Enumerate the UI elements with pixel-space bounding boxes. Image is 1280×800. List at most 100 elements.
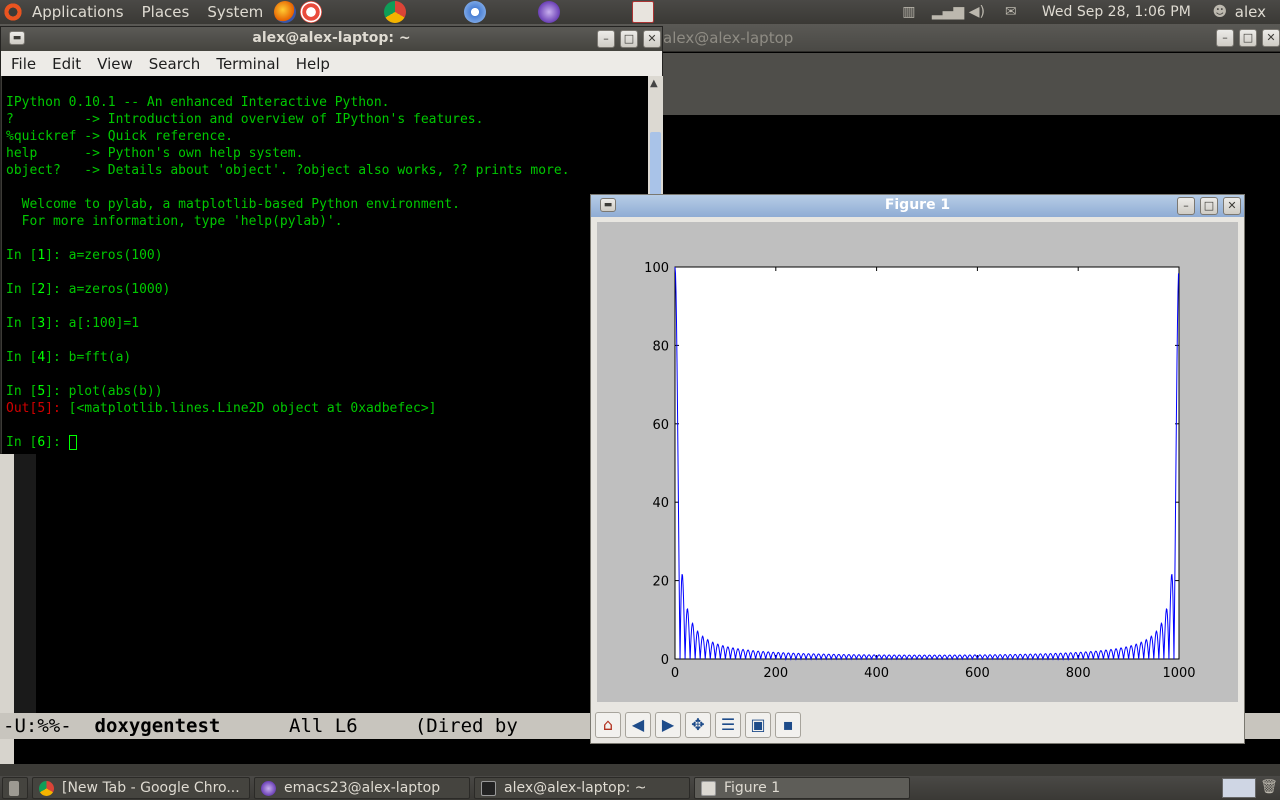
y-tick-label: 60 <box>652 418 669 433</box>
scroll-up-icon[interactable]: ▲ <box>650 78 658 89</box>
emacs-icon <box>261 780 276 796</box>
x-tick-label: 400 <box>864 666 889 681</box>
task-terminal[interactable]: alex@alex-laptop: ~ <box>474 777 690 799</box>
figure-title: Figure 1 <box>884 197 951 213</box>
banner-line: help -> Python's own help system. <box>6 146 304 161</box>
menu-search[interactable]: Search <box>141 55 209 73</box>
minibuffer-fringe <box>0 739 14 764</box>
pan-icon[interactable]: ✥ <box>685 712 711 738</box>
terminal-icon <box>481 780 496 796</box>
terminal-content[interactable]: IPython 0.10.1 -- An enhanced Interactiv… <box>2 76 648 454</box>
task-emacs[interactable]: emacs23@alex-laptop <box>254 777 470 799</box>
forward-icon[interactable]: ▶ <box>655 712 681 738</box>
emacs-icon[interactable] <box>538 1 561 23</box>
chrome-icon <box>39 780 54 796</box>
firefox-icon[interactable] <box>274 1 297 23</box>
input-line: In [3]: a[:100]=1 <box>6 316 140 331</box>
mode-line-buffer-name: doxygentest <box>94 715 221 737</box>
task-label: emacs23@alex-laptop <box>284 780 441 796</box>
network-icon[interactable]: ▥ <box>898 3 920 21</box>
x-tick-label: 800 <box>1066 666 1091 681</box>
close-button[interactable]: ✕ <box>1223 197 1241 215</box>
y-tick-label: 20 <box>652 575 669 590</box>
menu-places[interactable]: Places <box>133 0 199 24</box>
minimize-button[interactable]: – <box>597 30 615 48</box>
task-chrome[interactable]: [New Tab - Google Chro... <box>32 777 250 799</box>
desktop-icon <box>9 780 19 796</box>
menu-help[interactable]: Help <box>288 55 338 73</box>
close-button[interactable]: ✕ <box>1262 29 1280 47</box>
menu-view[interactable]: View <box>89 55 141 73</box>
task-figure[interactable]: Figure 1 <box>694 777 910 799</box>
figure-titlebar[interactable]: ▬ Figure 1 – □ ✕ <box>591 195 1244 217</box>
banner-line: object? -> Details about 'object'. ?obje… <box>6 163 570 178</box>
banner-line: %quickref -> Quick reference. <box>6 129 233 144</box>
pdf-icon[interactable] <box>632 1 655 23</box>
y-tick-label: 40 <box>652 496 669 511</box>
ubuntu-logo-icon[interactable] <box>3 2 23 22</box>
mail-icon[interactable]: ✉ <box>1000 3 1022 21</box>
mode-line-mode: (Dired by <box>414 715 518 737</box>
input-line: In [2]: a=zeros(1000) <box>6 282 171 297</box>
save-icon[interactable]: ▪ <box>775 712 801 738</box>
window-icon <box>701 780 716 796</box>
figure-toolbar: ⌂ ◀ ▶ ✥ ☰ ▣ ▪ <box>595 709 805 741</box>
back-icon[interactable]: ◀ <box>625 712 651 738</box>
emacs-window-title: alex@alex-laptop <box>663 29 794 47</box>
banner-line: For more information, type 'help(pylab)'… <box>6 214 343 229</box>
workspace-switcher[interactable] <box>1222 778 1256 798</box>
menu-terminal[interactable]: Terminal <box>208 55 287 73</box>
trash-icon[interactable]: 🗑 <box>1260 779 1278 797</box>
clock[interactable]: Wed Sep 28, 1:06 PM <box>1042 4 1191 20</box>
maximize-button[interactable]: □ <box>1200 197 1218 215</box>
help-icon[interactable] <box>300 1 323 23</box>
user-icon[interactable]: ☻ <box>1211 3 1229 21</box>
minimize-button[interactable]: – <box>1177 197 1195 215</box>
banner-line: IPython 0.10.1 -- An enhanced Interactiv… <box>6 95 390 110</box>
chromium-icon[interactable] <box>464 1 487 23</box>
y-tick-label: 0 <box>661 653 669 668</box>
x-tick-label: 1000 <box>1162 666 1195 681</box>
input-line: In [5]: plot(abs(b)) <box>6 384 163 399</box>
figure-canvas[interactable]: 0 200 400 600 800 1000 0 20 40 60 80 100 <box>597 222 1238 702</box>
task-label: [New Tab - Google Chro... <box>62 780 240 796</box>
user-name[interactable]: alex <box>1235 3 1266 21</box>
banner-line: Welcome to pylab, a matplotlib-based Pyt… <box>6 197 460 212</box>
configure-icon[interactable]: ☰ <box>715 712 741 738</box>
y-tick-label: 100 <box>644 261 669 276</box>
output-line: Out[5]: [<matplotlib.lines.Line2D object… <box>6 401 437 416</box>
terminal-window: ▬ alex@alex-laptop: ~ – □ ✕ File Edit Vi… <box>0 26 663 454</box>
terminal-title: alex@alex-laptop: ~ <box>252 30 411 46</box>
input-line: In [4]: b=fft(a) <box>6 350 132 365</box>
figure-window: ▬ Figure 1 – □ ✕ 0 200 400 600 800 1000 0 20 40 6… <box>590 194 1245 744</box>
mode-line-position: All L6 <box>289 715 358 737</box>
maximize-button[interactable]: □ <box>620 30 638 48</box>
menu-edit[interactable]: Edit <box>44 55 89 73</box>
mode-line-flags: -U:%%- <box>3 715 95 737</box>
show-desktop-button[interactable] <box>2 777 28 799</box>
y-tick-label: 80 <box>652 339 669 354</box>
menu-system[interactable]: System <box>198 0 272 24</box>
terminal-menubar: File Edit View Search Terminal Help <box>1 51 662 76</box>
maximize-button[interactable]: □ <box>1239 29 1257 47</box>
top-panel: Applications Places System ▥ ▂▄▆ ◀) ✉ We… <box>0 0 1280 24</box>
prompt-line: In [6]: <box>2 434 648 451</box>
banner-line <box>2 179 648 196</box>
menu-file[interactable]: File <box>3 55 44 73</box>
minimize-button[interactable]: – <box>1216 29 1234 47</box>
banner-line: ? -> Introduction and overview of IPytho… <box>6 112 484 127</box>
menu-applications[interactable]: Applications <box>23 0 133 24</box>
bottom-panel: [New Tab - Google Chro... emacs23@alex-l… <box>0 776 1280 800</box>
terminal-titlebar[interactable]: ▬ alex@alex-laptop: ~ – □ ✕ <box>1 27 662 51</box>
input-line: In [1]: a=zeros(100) <box>6 248 163 263</box>
signal-icon[interactable]: ▂▄▆ <box>932 3 964 21</box>
x-tick-label: 600 <box>965 666 990 681</box>
plot: 0 200 400 600 800 1000 0 20 40 60 80 100 <box>644 261 1195 681</box>
zoom-icon[interactable]: ▣ <box>745 712 771 738</box>
x-tick-label: 0 <box>671 666 679 681</box>
plot-area <box>674 266 1180 660</box>
close-button[interactable]: ✕ <box>643 30 661 48</box>
chrome-icon[interactable] <box>384 1 407 23</box>
home-icon[interactable]: ⌂ <box>595 712 621 738</box>
volume-icon[interactable]: ◀) <box>966 3 988 21</box>
